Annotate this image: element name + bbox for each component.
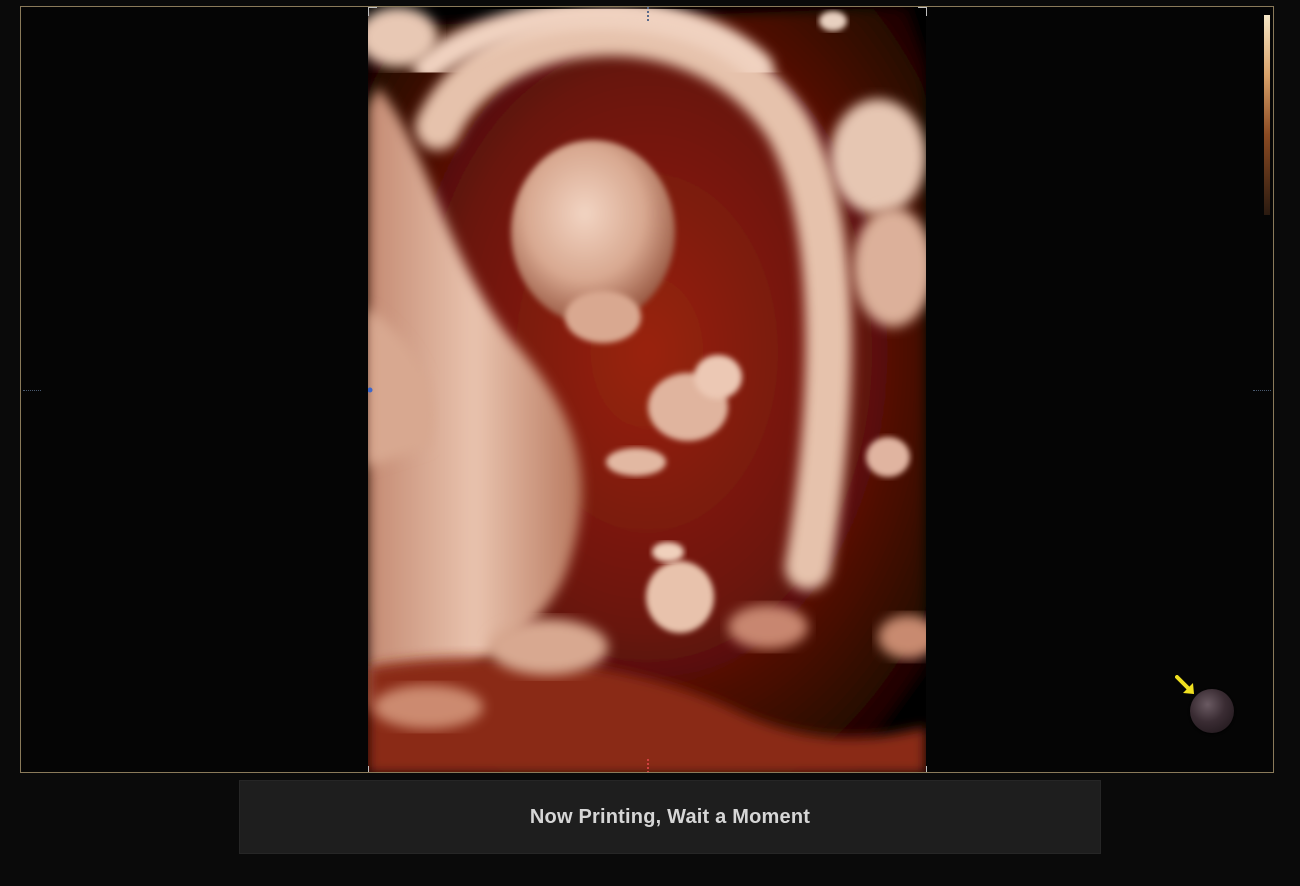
render-corner-bl — [368, 766, 377, 772]
render-corner-tl — [368, 7, 377, 16]
status-message: Now Printing, Wait a Moment — [529, 805, 811, 828]
color-scale-bar — [1264, 15, 1270, 215]
render-corner-br — [918, 766, 927, 772]
right-midline-marker — [1253, 390, 1271, 392]
image-viewport[interactable] — [20, 6, 1274, 773]
3d-render-image — [368, 7, 926, 772]
render-corner-tr — [918, 7, 927, 16]
left-midline-marker — [23, 390, 41, 392]
3d-ultrasound-rendering — [368, 7, 926, 772]
status-bar: Now Printing, Wait a Moment — [239, 780, 1101, 854]
trackball-cursor-icon[interactable] — [1190, 689, 1234, 733]
ultrasound-screen: Now Printing, Wait a Moment — [0, 0, 1300, 886]
